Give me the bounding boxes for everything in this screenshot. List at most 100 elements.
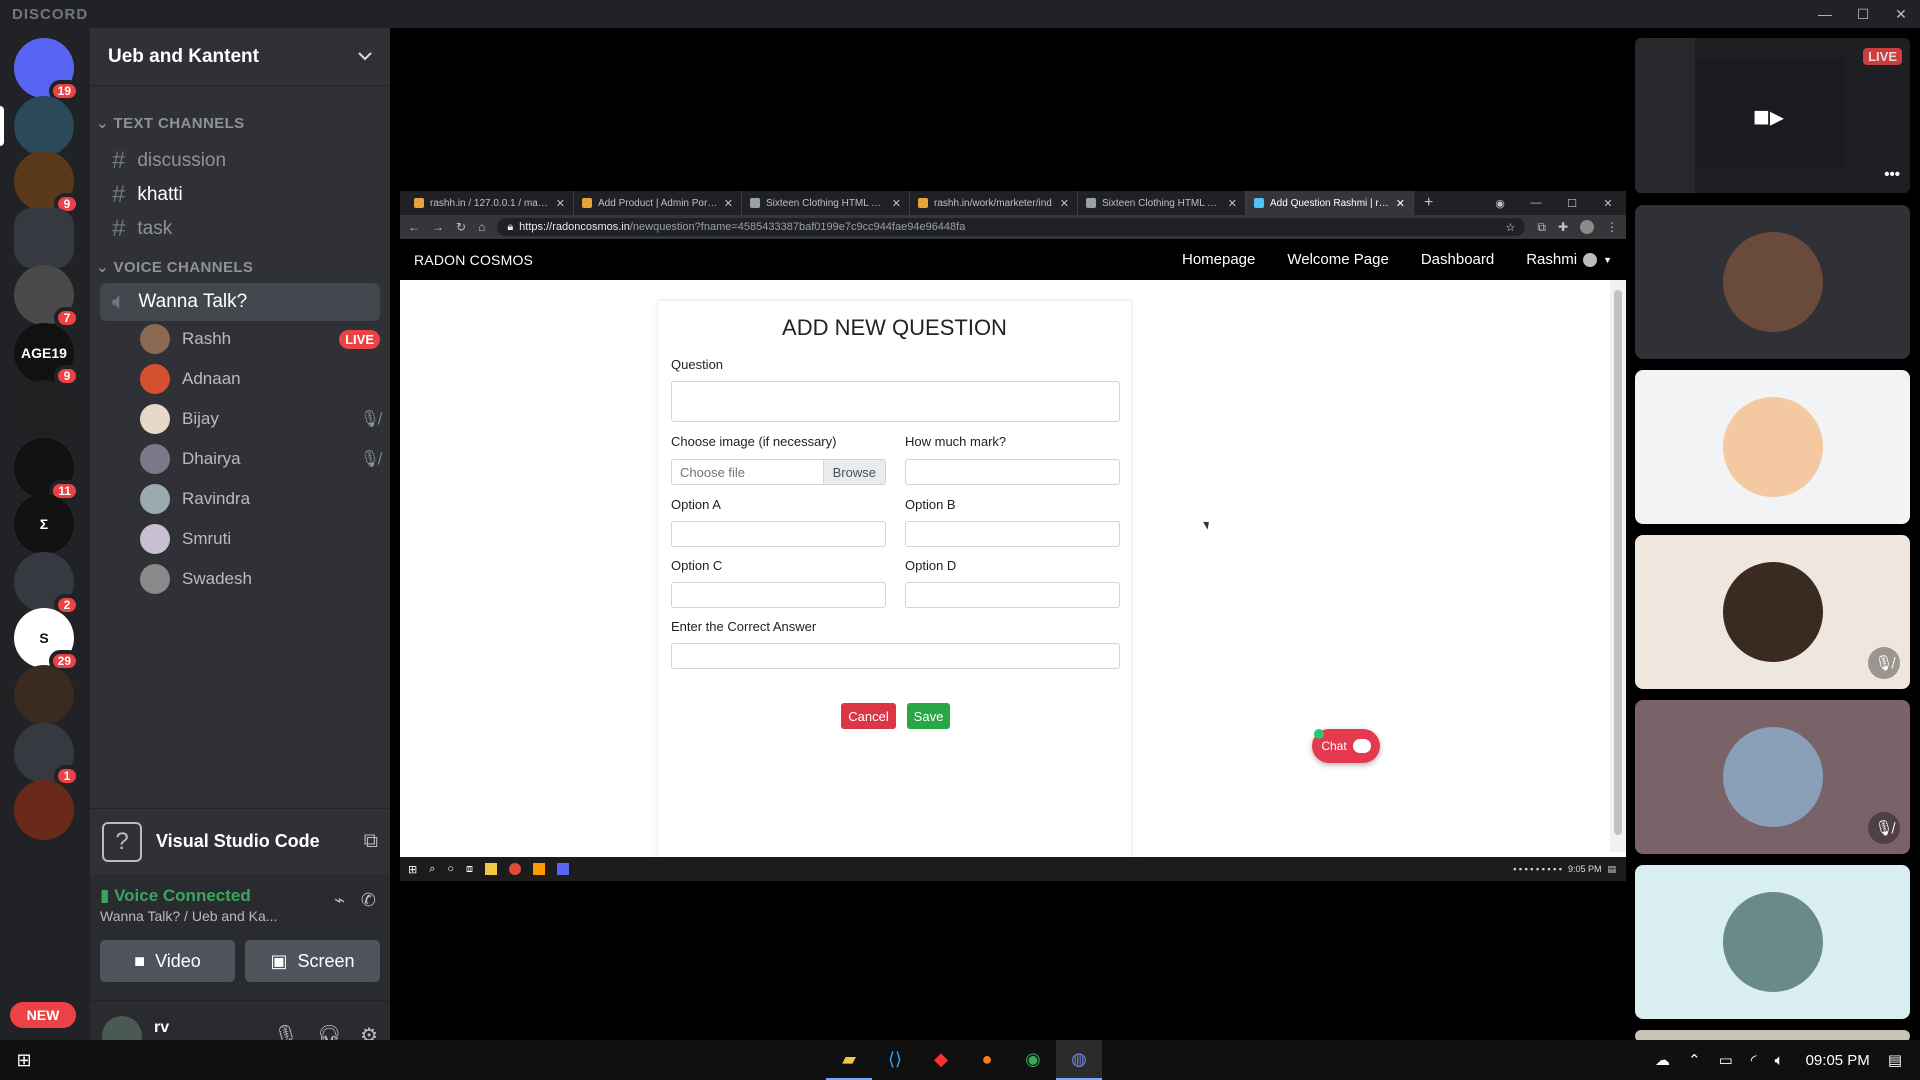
back-icon[interactable]: ← [408,220,420,234]
chrome-icon[interactable]: ◉ [1010,1040,1056,1080]
minimize-button[interactable]: — [1806,0,1844,28]
menu-icon[interactable]: ⋮ [1606,220,1618,234]
maximize-button[interactable]: ☐ [1554,197,1590,210]
video-button[interactable]: ■ Video [100,940,235,982]
noise-suppression-icon[interactable]: ⌁ [334,890,345,911]
battery-icon[interactable]: ▭ [1719,1051,1733,1069]
vscode-icon[interactable]: ⟨⟩ [872,1040,918,1080]
extensions-icon[interactable]: ⧉ [1537,220,1546,235]
wifi-icon[interactable]: ◜ [1751,1051,1757,1069]
server-icon-server-7[interactable] [14,380,74,440]
chat-widget-button[interactable]: Chat [1312,729,1380,763]
windows-start-icon[interactable]: ⊞ [408,863,417,876]
option-c-input[interactable] [671,582,886,608]
participant-tile-4[interactable]: 🎙︎̸ [1635,700,1910,854]
puzzle-icon[interactable]: ✚ [1558,220,1568,234]
voice-channel-wanna-talk[interactable]: 🔈︎ Wanna Talk? [100,283,380,321]
maximize-button[interactable]: ☐ [1844,0,1882,28]
screen-button[interactable]: ▣ Screen [245,940,380,982]
page-scrollbar[interactable] [1610,280,1626,852]
participant-tile-2[interactable] [1635,370,1910,524]
notification-icon[interactable]: ▤ [1607,864,1616,875]
close-tab-icon[interactable]: ✕ [1060,197,1069,210]
app-icon[interactable] [557,863,570,875]
server-icon-server-11[interactable]: S 29 [14,608,80,672]
file-explorer-icon[interactable]: ▰ [826,1040,872,1080]
server-icon-folder[interactable] [14,208,74,268]
voice-user-adnaan[interactable]: Adnaan [140,361,380,397]
browser-tab[interactable]: rashh.in/work/marketer/ind ✕ [910,191,1078,215]
voice-user-smruti[interactable]: Smruti [140,521,380,557]
close-tab-icon[interactable]: ✕ [892,197,901,210]
text-channels-category[interactable]: ⌄ TEXT CHANNELS [96,114,245,132]
channel-khatti[interactable]: # khatti [100,176,380,214]
server-icon-server-14[interactable] [14,780,74,840]
weather-icon[interactable]: ☁ [1655,1051,1670,1069]
server-icon-server-battlegrounds[interactable]: 11 [14,438,80,502]
server-icon-server-age19[interactable]: AGE19 9 [14,323,80,387]
site-logo[interactable]: RADON COSMOS [414,252,1150,268]
chrome-icon[interactable] [509,863,522,875]
screen-share-icon[interactable]: ⧉ [364,830,378,853]
participant-tile-1[interactable] [1635,205,1910,359]
participant-tile-3[interactable]: 🎙︎̸ [1635,535,1910,689]
close-button[interactable]: ✕ [1590,197,1626,210]
mark-input[interactable] [905,459,1120,485]
channel-task[interactable]: # task [100,210,380,248]
answer-input[interactable] [671,643,1120,669]
option-b-input[interactable] [905,521,1120,547]
task-view-icon[interactable]: ⧈ [466,863,473,876]
browse-button[interactable]: Browse [822,460,885,484]
nav-homepage[interactable]: Homepage [1182,251,1255,268]
server-icon-server-3[interactable]: 9 [14,151,80,215]
reload-icon[interactable]: ↻ [456,220,466,234]
minimize-button[interactable]: — [1518,197,1554,210]
browser-tab[interactable]: rashh.in / 127.0.0.1 / marke ✕ [406,191,574,215]
home-icon[interactable]: ⌂ [478,220,485,234]
save-button[interactable]: Save [907,703,950,729]
nav-welcome-page[interactable]: Welcome Page [1287,251,1388,268]
stream-preview-tile[interactable]: LIVE ■▸ ••• [1635,38,1910,193]
option-d-input[interactable] [905,582,1120,608]
voice-user-ravindra[interactable]: Ravindra [140,481,380,517]
server-icon-discord-home[interactable]: 19 [14,38,80,102]
voice-user-dhairya[interactable]: Dhairya 🎙︎̸ [140,441,380,477]
notification-icon[interactable]: ▤ [1888,1051,1902,1069]
volume-icon[interactable]: 🔈︎ [1775,1052,1784,1069]
forward-icon[interactable]: → [432,220,444,234]
new-unreads-badge[interactable]: NEW [10,1002,76,1028]
browser-tab[interactable]: Add Product | Admin Portal ✕ [574,191,742,215]
url-field[interactable]: 🔒︎ https://radoncosmos.in/newquestion?fn… [497,218,1526,236]
browser-tab[interactable]: Sixteen Clothing HTML Tem ✕ [1078,191,1246,215]
question-input[interactable] [671,381,1120,422]
windows-start-icon[interactable]: ⊞ [0,1040,48,1080]
browser-tab[interactable]: Add Question Rashmi | rad ✕ [1246,191,1414,215]
browser-tab[interactable]: Sixteen Clothing HTML Tem ✕ [742,191,910,215]
voice-channels-category[interactable]: ⌄ VOICE CHANNELS [96,258,253,276]
voice-user-bijay[interactable]: Bijay 🎙︎̸ [140,401,380,437]
server-icon-server-10[interactable]: 2 [14,552,80,616]
voice-user-swadesh[interactable]: Swadesh [140,561,380,597]
close-tab-icon[interactable]: ✕ [724,197,733,210]
cortana-icon[interactable]: ○ [447,863,454,875]
voice-user-rashh[interactable]: Rashh LIVE [140,321,380,357]
more-icon[interactable]: ••• [1884,166,1900,183]
new-tab-button[interactable]: + [1424,194,1433,212]
firefox-icon[interactable]: ● [964,1040,1010,1080]
folder-icon[interactable] [485,863,498,875]
close-tab-icon[interactable]: ✕ [556,197,565,210]
system-clock[interactable]: 09:05 PM [1806,1052,1870,1069]
server-icon-server-2[interactable] [14,96,74,156]
server-icon-server-9[interactable]: Σ [14,494,74,554]
close-tab-icon[interactable]: ✕ [1396,197,1405,210]
discord-icon[interactable]: ◍ [1056,1040,1102,1080]
image-file-input[interactable]: Choose file Browse [671,459,886,485]
participant-tile-5[interactable] [1635,865,1910,1019]
cancel-button[interactable]: Cancel [841,703,896,729]
chevron-up-icon[interactable]: ⌃ [1688,1051,1701,1069]
option-a-input[interactable] [671,521,886,547]
nav-dashboard[interactable]: Dashboard [1421,251,1494,268]
server-icon-server-13[interactable]: 1 [14,723,80,787]
close-button[interactable]: ✕ [1882,0,1920,28]
channel-discussion[interactable]: # discussion [100,142,380,180]
